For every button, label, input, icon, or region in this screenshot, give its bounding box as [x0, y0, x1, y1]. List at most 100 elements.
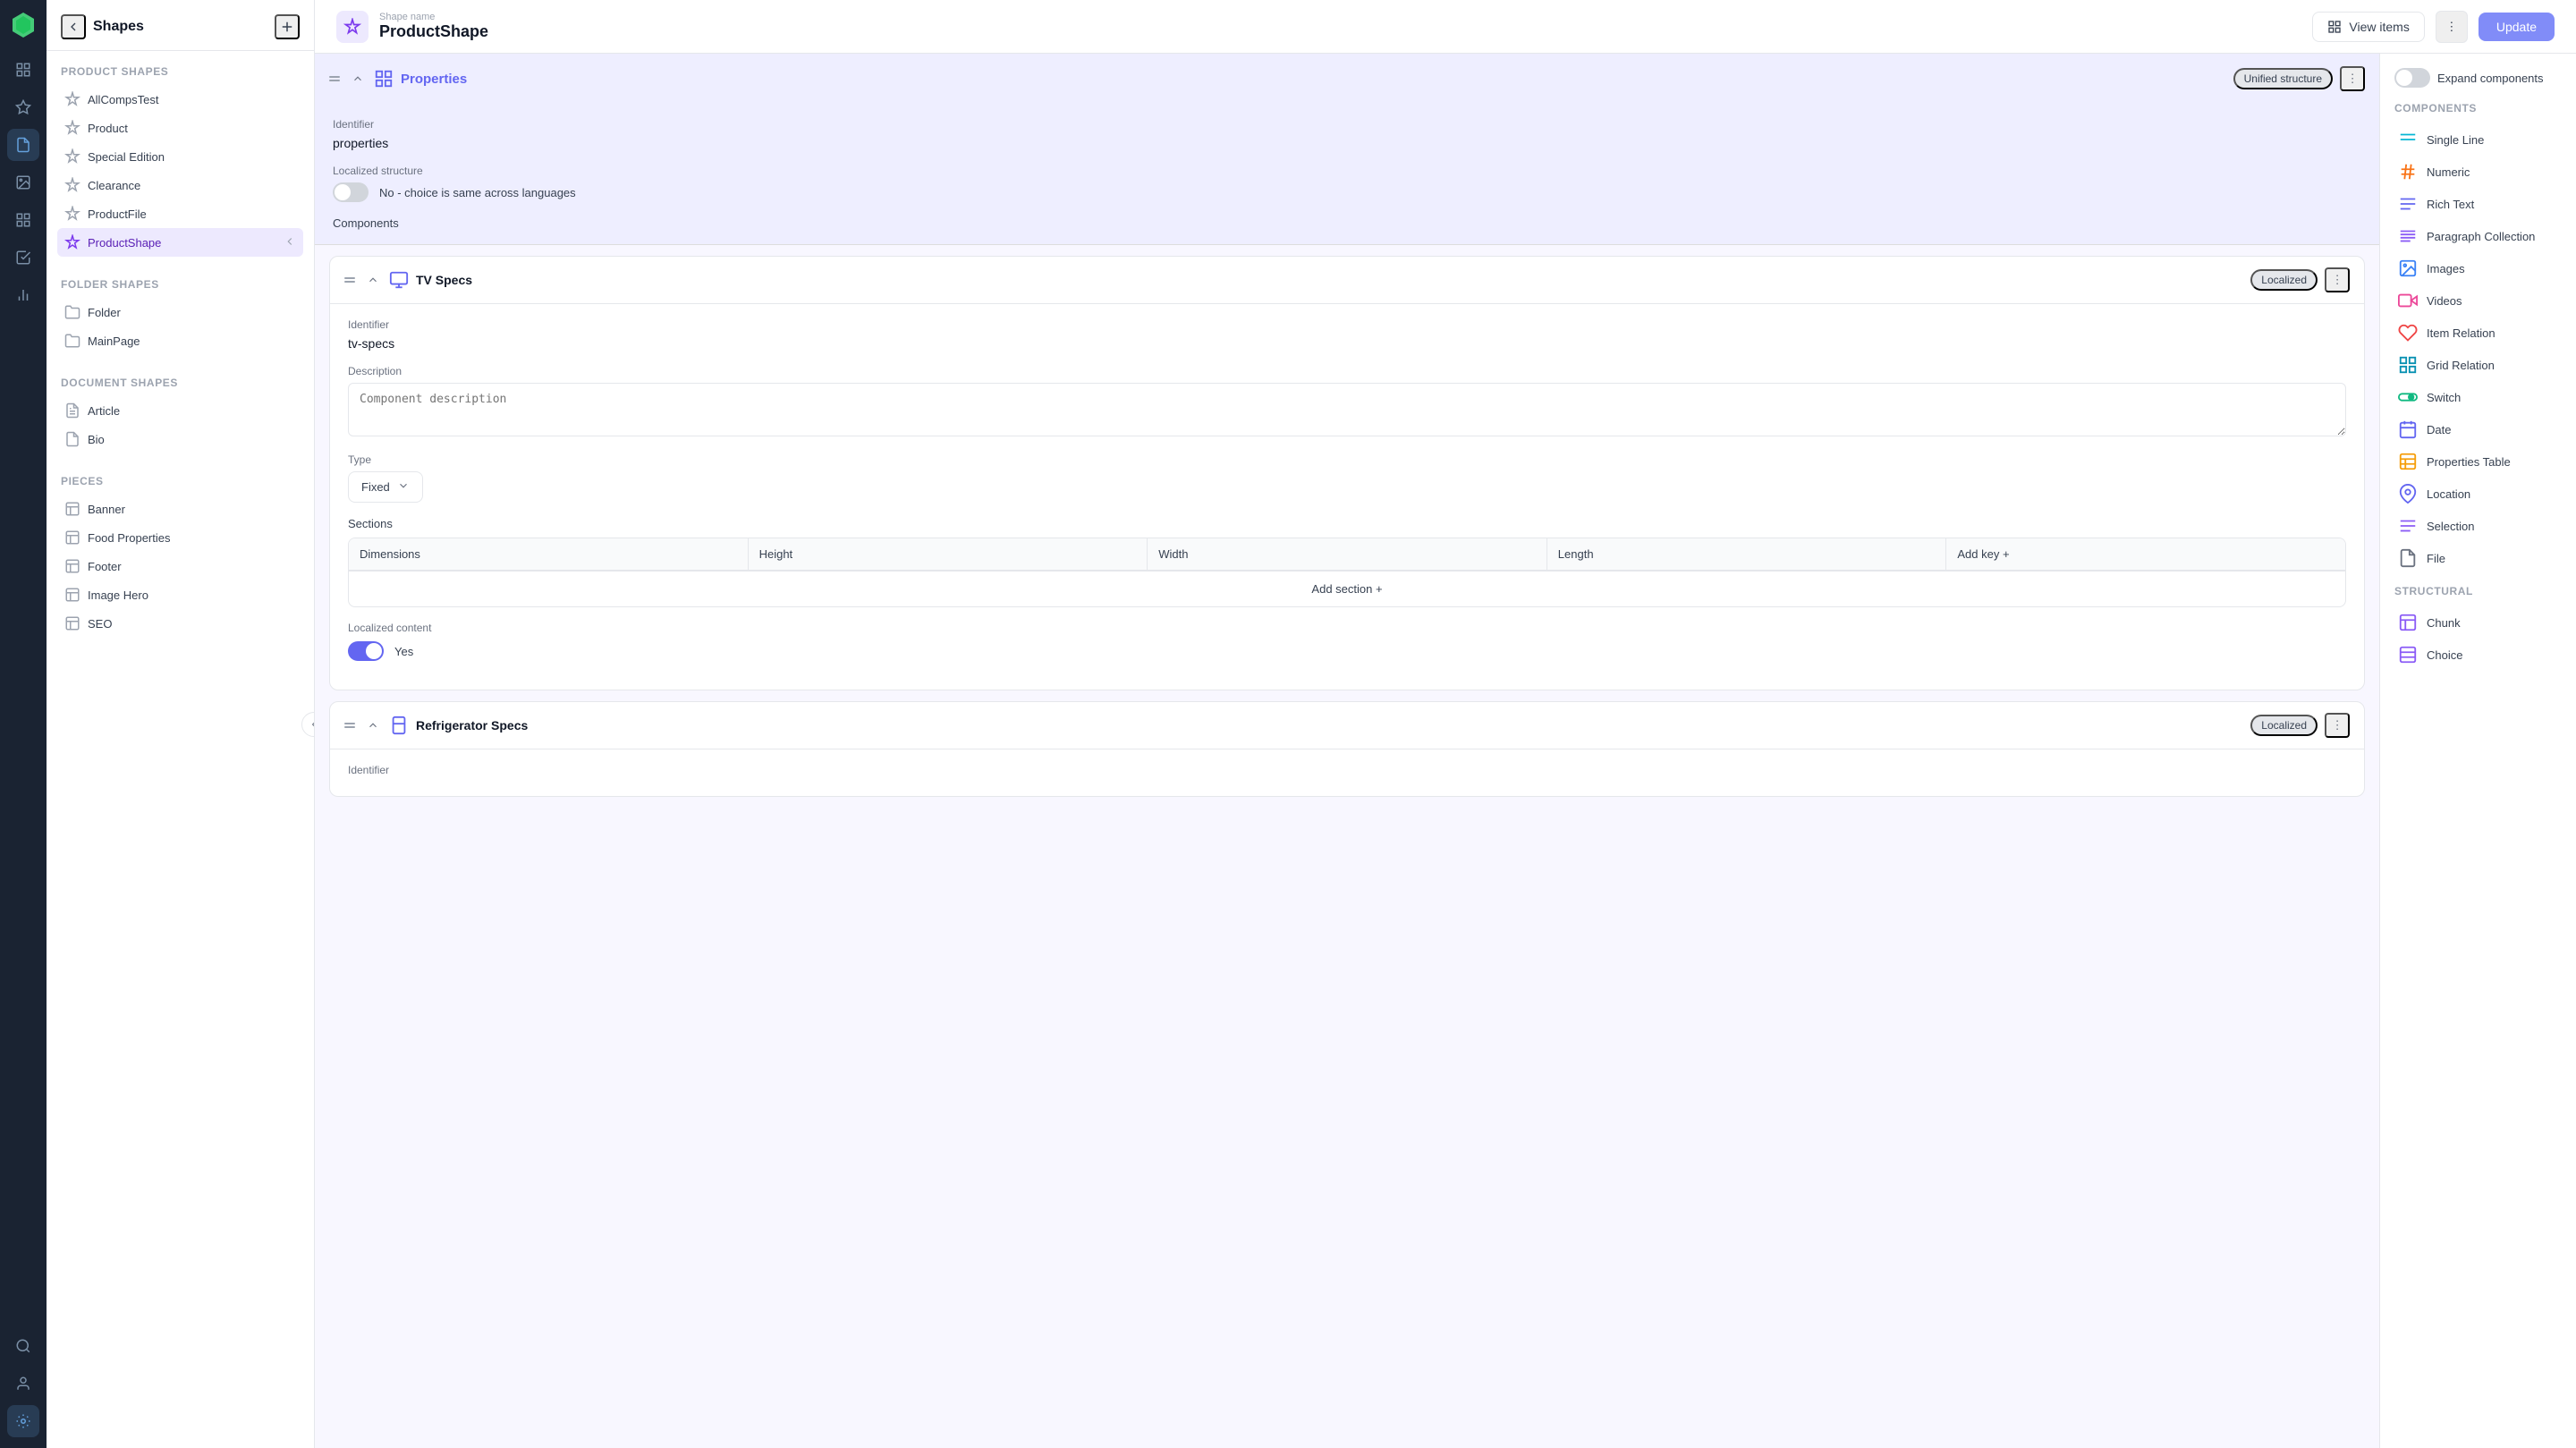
sidebar-item-seo[interactable]: SEO [57, 609, 303, 638]
more-options-button[interactable]: ⋮ [2436, 11, 2468, 43]
component-chunk[interactable]: Chunk [2394, 606, 2562, 639]
location-icon [2398, 484, 2418, 504]
tv-specs-badge[interactable]: Localized [2250, 269, 2318, 291]
table-col-height: Height [749, 538, 1148, 570]
tv-specs-body: Identifier tv-specs Description Type Fix… [330, 304, 2364, 690]
component-single-line[interactable]: Single Line [2394, 123, 2562, 156]
expand-components-label: Expand components [2437, 72, 2544, 85]
properties-collapse-arrow[interactable] [349, 70, 367, 88]
folder-shapes-section: Folder shapes Folder MainPage [47, 264, 314, 362]
tv-sections-table-header: Dimensions Height Width Length Add key + [348, 538, 2346, 571]
nav-shapes[interactable] [7, 129, 39, 161]
expand-components-toggle[interactable] [2394, 68, 2430, 88]
component-file[interactable]: File [2394, 542, 2562, 574]
nav-grid[interactable] [7, 204, 39, 236]
component-numeric[interactable]: Numeric [2394, 156, 2562, 188]
properties-menu-button[interactable]: ⋮ [2340, 66, 2365, 91]
sidebar-item-clearance[interactable]: Clearance [57, 171, 303, 199]
refrigerator-badge[interactable]: Localized [2250, 715, 2318, 736]
component-paragraph-collection[interactable]: Paragraph Collection [2394, 220, 2562, 252]
item-relation-icon [2398, 323, 2418, 343]
component-switch[interactable]: Switch [2394, 381, 2562, 413]
tv-type-selector[interactable]: Fixed [348, 471, 423, 503]
component-videos[interactable]: Videos [2394, 284, 2562, 317]
document-shapes-section: Document shapes Article Bio [47, 362, 314, 461]
update-button[interactable]: Update [2479, 13, 2555, 41]
pieces-section: Pieces Banner Food Properties Footer Ima… [47, 461, 314, 645]
nav-analytics[interactable] [7, 279, 39, 311]
tv-type-label: Type [348, 453, 2346, 466]
refrigerator-drag-handle[interactable] [344, 723, 355, 728]
add-section-button[interactable]: Add section + [348, 571, 2346, 607]
nav-catalogue[interactable] [7, 54, 39, 86]
nav-users[interactable] [7, 1368, 39, 1400]
nav-search[interactable] [7, 1330, 39, 1362]
sidebar-item-footer[interactable]: Footer [57, 552, 303, 580]
properties-section: Properties Unified structure ⋮ Identifie… [315, 54, 2379, 245]
sidebar-item-article[interactable]: Article [57, 396, 303, 425]
add-shape-button[interactable] [275, 14, 300, 39]
tv-localized-content-toggle[interactable] [348, 641, 384, 661]
refrigerator-specs-section: Refrigerator Specs Localized ⋮ Identifie… [329, 701, 2365, 797]
sidebar-collapse-button[interactable] [301, 712, 315, 737]
component-choice[interactable]: Choice [2394, 639, 2562, 671]
sidebar-item-food-properties[interactable]: Food Properties [57, 523, 303, 552]
sidebar-item-productfile[interactable]: ProductFile [57, 199, 303, 228]
sidebar-item-productshape[interactable]: ProductShape [57, 228, 303, 257]
sidebar-item-bio[interactable]: Bio [57, 425, 303, 453]
icon-bar [0, 0, 47, 1448]
folder-shapes-title: Folder shapes [57, 278, 303, 291]
nav-content[interactable] [7, 91, 39, 123]
refrigerator-body: Identifier [330, 749, 2364, 796]
component-date[interactable]: Date [2394, 413, 2562, 445]
add-key-button[interactable]: Add key + [1946, 538, 2345, 570]
localized-toggle[interactable] [333, 182, 369, 202]
tv-description-group: Description [348, 365, 2346, 439]
images-icon [2398, 258, 2418, 278]
tv-description-input[interactable] [348, 383, 2346, 436]
sidebar-item-mainpage[interactable]: MainPage [57, 326, 303, 355]
refrigerator-identifier-label: Identifier [348, 764, 2346, 776]
sidebar-title: Shapes [93, 19, 144, 35]
numeric-icon [2398, 162, 2418, 182]
refrigerator-menu[interactable]: ⋮ [2325, 713, 2350, 738]
tv-specs-menu[interactable]: ⋮ [2325, 267, 2350, 292]
component-properties-table[interactable]: Properties Table [2394, 445, 2562, 478]
nav-settings[interactable] [7, 1405, 39, 1437]
component-rich-text[interactable]: Rich Text [2394, 188, 2562, 220]
tv-specs-section: TV Specs Localized ⋮ Identifier tv-specs… [329, 256, 2365, 690]
table-col-width: Width [1148, 538, 1547, 570]
sidebar-item-image-hero[interactable]: Image Hero [57, 580, 303, 609]
right-panel: Expand components Components Single Line… [2379, 54, 2576, 1448]
sidebar-item-folder[interactable]: Folder [57, 298, 303, 326]
sidebar-item-collapse[interactable] [284, 235, 296, 250]
tv-specs-drag-handle[interactable] [344, 277, 355, 283]
unified-structure-button[interactable]: Unified structure [2233, 68, 2333, 89]
nav-orders[interactable] [7, 241, 39, 274]
component-item-relation[interactable]: Item Relation [2394, 317, 2562, 349]
refrigerator-collapse[interactable] [364, 716, 382, 734]
chunk-icon [2398, 613, 2418, 632]
component-location[interactable]: Location [2394, 478, 2562, 510]
component-grid-relation[interactable]: Grid Relation [2394, 349, 2562, 381]
rich-text-icon [2398, 194, 2418, 214]
nav-media[interactable] [7, 166, 39, 199]
topbar: Shape name ProductShape View items ⋮ Upd… [315, 0, 2576, 54]
sidebar-item-special-edition[interactable]: Special Edition [57, 142, 303, 171]
properties-drag-handle[interactable] [329, 76, 340, 81]
tv-identifier-group: Identifier tv-specs [348, 318, 2346, 351]
sidebar-item-banner[interactable]: Banner [57, 495, 303, 523]
tv-specs-collapse[interactable] [364, 271, 382, 289]
sidebar-item-allcompstest[interactable]: AllCompsTest [57, 85, 303, 114]
component-images[interactable]: Images [2394, 252, 2562, 284]
file-icon [2398, 548, 2418, 568]
back-button[interactable] [61, 14, 86, 39]
component-selection[interactable]: Selection [2394, 510, 2562, 542]
app-logo[interactable] [9, 11, 38, 39]
view-items-button[interactable]: View items [2312, 12, 2424, 42]
tv-identifier-value: tv-specs [348, 336, 2346, 351]
refrigerator-specs-header: Refrigerator Specs Localized ⋮ [330, 702, 2364, 749]
localized-structure-label: Localized structure [333, 165, 2361, 177]
tv-localized-content-group: Localized content Yes [348, 622, 2346, 661]
sidebar-item-product[interactable]: Product [57, 114, 303, 142]
